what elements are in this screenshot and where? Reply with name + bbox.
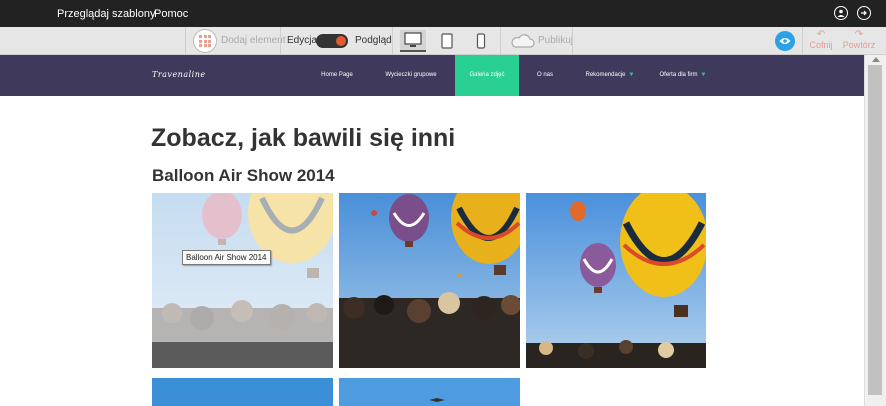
undo-button[interactable]: ↶ Cofnij [801, 29, 841, 50]
editor-toolbar: Dodaj element Edycja Podgląd Publikuj ↶ … [0, 27, 886, 55]
help-link[interactable]: Pomoc [154, 8, 188, 20]
photo-tooltip: Balloon Air Show 2014 [182, 250, 271, 265]
add-element-icon[interactable] [193, 29, 217, 53]
nav-label: Wycieczki grupowe [385, 72, 437, 78]
desktop-icon [404, 32, 422, 47]
page-scrollbar[interactable] [864, 55, 886, 406]
undo-icon: ↶ [816, 29, 826, 40]
mobile-icon [476, 33, 486, 49]
nav-label: Galeria zdjęć [469, 72, 505, 78]
gallery-photo[interactable] [339, 193, 520, 368]
desktop-view-button[interactable] [400, 30, 426, 52]
user-icon[interactable] [834, 6, 848, 20]
logout-icon[interactable] [857, 6, 871, 20]
nav-gallery[interactable]: Galeria zdjęć [455, 55, 519, 96]
divider [500, 27, 501, 55]
nav-recommendations[interactable]: Rekomendacje ▼ [578, 55, 642, 96]
cloud-icon[interactable] [509, 33, 535, 49]
nav-home-page[interactable]: Home Page [311, 55, 363, 96]
page-title: Zobacz, jak bawili się inni [151, 124, 456, 152]
gallery-photo[interactable] [152, 193, 333, 368]
undo-label: Cofnij [809, 40, 833, 50]
divider [185, 27, 186, 55]
nav-label: O nas [536, 72, 553, 78]
edit-preview-toggle[interactable] [316, 34, 348, 48]
redo-button[interactable]: ↷ Powtórz [839, 29, 879, 50]
nav-group-trips[interactable]: Wycieczki grupowe [375, 55, 447, 96]
add-element-button[interactable]: Dodaj element [221, 35, 285, 46]
preview-mode-label: Podgląd [355, 35, 392, 46]
tablet-view-button[interactable] [436, 30, 458, 52]
nav-corporate-offer[interactable]: Oferta dla firm ▼ [652, 55, 714, 96]
gallery-photo[interactable] [526, 193, 706, 368]
preview-eye-button[interactable] [775, 31, 795, 51]
nav-label: Home Page [321, 72, 353, 78]
caption-bar [152, 342, 333, 368]
publish-button[interactable]: Publikuj [538, 35, 573, 46]
gallery-title: Balloon Air Show 2014 [152, 166, 335, 185]
mobile-view-button[interactable] [470, 30, 492, 52]
nav-label: Rekomendacje [585, 72, 626, 78]
chevron-down-icon: ▼ [700, 72, 707, 78]
tablet-icon [441, 33, 453, 49]
top-bar: Przeglądaj szablony Pomoc [0, 0, 886, 27]
divider [392, 27, 393, 55]
chevron-down-icon: ▼ [628, 72, 635, 78]
gallery-photo[interactable] [339, 378, 520, 406]
divider [572, 27, 573, 55]
gallery-photo[interactable] [152, 378, 333, 406]
nav-label: Oferta dla firm [659, 72, 698, 78]
eye-icon [779, 38, 791, 44]
redo-label: Powtórz [842, 40, 876, 50]
browse-templates-link[interactable]: Przeglądaj szablony [57, 8, 155, 20]
edit-mode-label: Edycja [287, 35, 318, 46]
site-logo[interactable]: Travenaline [152, 70, 206, 79]
scroll-thumb[interactable] [868, 65, 882, 395]
nav-about[interactable]: O nas [530, 55, 560, 96]
scroll-up-icon[interactable] [872, 57, 880, 62]
divider [280, 27, 281, 55]
redo-icon: ↷ [854, 29, 864, 40]
site-navbar: Travenaline Home Page Wycieczki grupowe … [0, 55, 864, 96]
